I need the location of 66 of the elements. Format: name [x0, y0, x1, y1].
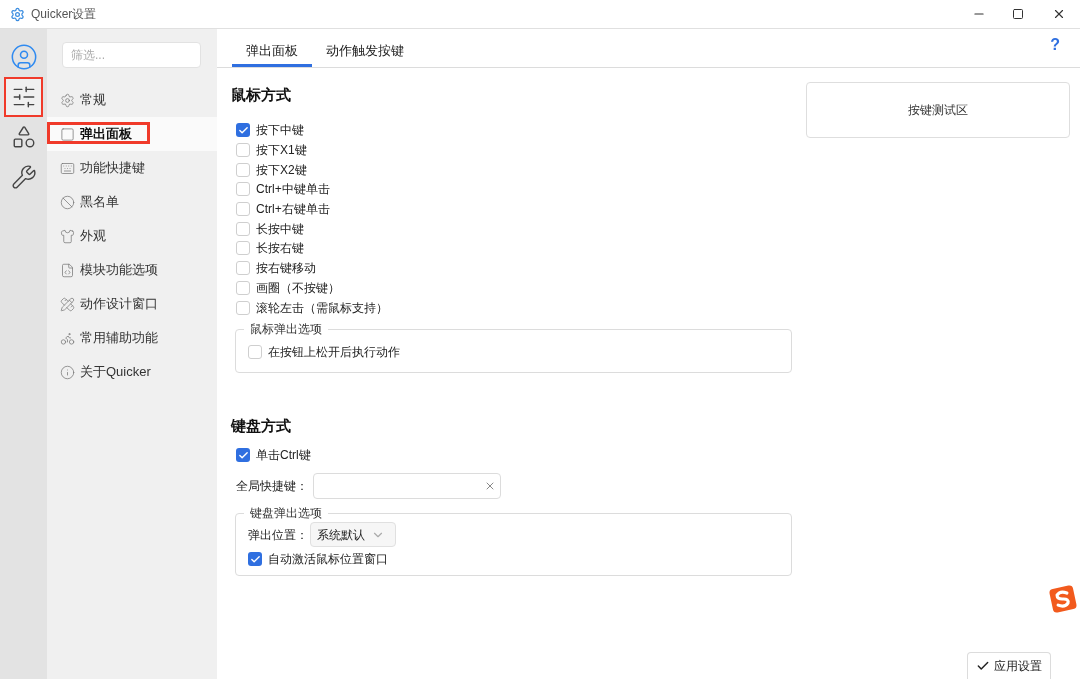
position-label: 弹出位置：	[248, 526, 308, 544]
window-title: Quicker设置	[31, 6, 97, 23]
nav-item[interactable]: 功能快捷键	[47, 151, 217, 185]
nav-item[interactable]: 常用辅助功能	[47, 321, 217, 355]
checkbox-label: Ctrl+右键单击	[256, 201, 330, 219]
checkbox[interactable]	[248, 345, 262, 360]
checkbox[interactable]	[236, 202, 250, 217]
nav-item[interactable]: 动作设计窗口	[47, 287, 217, 321]
checkbox[interactable]	[236, 300, 250, 315]
rectangle-icon	[60, 126, 75, 142]
checkbox[interactable]	[236, 123, 250, 138]
checkbox-label: 滚轮左击（需鼠标支持）	[256, 299, 388, 317]
hotkey-label: 全局快捷键：	[236, 478, 309, 496]
filter-field[interactable]: 筛选...	[62, 42, 201, 68]
checkbox-label: 自动激活鼠标位置窗口	[268, 551, 388, 569]
nav-item[interactable]: 弹出面板	[47, 117, 217, 151]
checkbox-label: 在按钮上松开后执行动作	[268, 344, 400, 362]
checkbox[interactable]	[248, 552, 262, 567]
checkbox[interactable]	[236, 221, 250, 236]
checkbox[interactable]	[236, 448, 250, 463]
checkbox[interactable]	[236, 241, 250, 256]
bike-icon	[60, 330, 75, 346]
checkbox-label: 长按右键	[256, 240, 304, 258]
nav-item[interactable]: 关于Quicker	[47, 355, 217, 389]
nav-item[interactable]: 黑名单	[47, 185, 217, 219]
section-heading: 键盘方式	[231, 416, 292, 437]
checkbox[interactable]	[236, 143, 250, 158]
document-icon	[60, 262, 75, 278]
shirt-icon	[60, 228, 75, 244]
rail-tab[interactable]	[4, 77, 43, 117]
tab[interactable]: 弹出面板	[232, 37, 312, 67]
help-button[interactable]: ?	[1050, 33, 1060, 57]
checkbox-label: 按下中键	[256, 122, 304, 140]
checkbox[interactable]	[236, 280, 250, 295]
pencil-ruler-icon	[60, 296, 75, 312]
nav-item[interactable]: 外观	[47, 219, 217, 253]
checkbox-label: 按下X2键	[256, 161, 307, 179]
checkbox[interactable]	[236, 162, 250, 177]
hotkey-field[interactable]	[313, 473, 501, 500]
position-dropdown[interactable]: 系统默认	[310, 522, 396, 548]
close-icon[interactable]	[1052, 7, 1066, 21]
checkbox-label: 单击Ctrl键	[256, 447, 311, 465]
ban-icon	[60, 194, 75, 210]
nav-item[interactable]: 模块功能选项	[47, 253, 217, 287]
checkbox-label: 按右键移动	[256, 260, 316, 278]
apply-button[interactable]: 应用设置	[967, 652, 1051, 679]
tab[interactable]: 动作触发按键	[312, 37, 418, 67]
maximize-icon[interactable]	[1012, 8, 1024, 20]
section-heading: 鼠标方式	[231, 85, 292, 105]
group-title: 鼠标弹出选项	[249, 321, 323, 339]
info-icon	[60, 364, 75, 380]
nav-item[interactable]: 常规	[47, 83, 217, 117]
checkbox[interactable]	[236, 261, 250, 276]
group-title: 键盘弹出选项	[249, 505, 323, 523]
checkbox[interactable]	[236, 182, 250, 197]
checkbox-label: 画圈（不按键）	[256, 279, 340, 297]
app-gear-icon	[10, 6, 25, 22]
gear-icon	[60, 92, 75, 108]
key-test-area[interactable]: 按键测试区	[806, 82, 1070, 138]
wrench-icon	[10, 164, 37, 190]
user-icon	[9, 43, 38, 71]
checkbox-label: Ctrl+中键单击	[256, 181, 330, 199]
keyboard-icon	[60, 160, 75, 176]
checkbox-label: 按下X1键	[256, 142, 307, 160]
check-icon	[976, 659, 990, 673]
checkbox-label: 长按中键	[256, 220, 304, 238]
